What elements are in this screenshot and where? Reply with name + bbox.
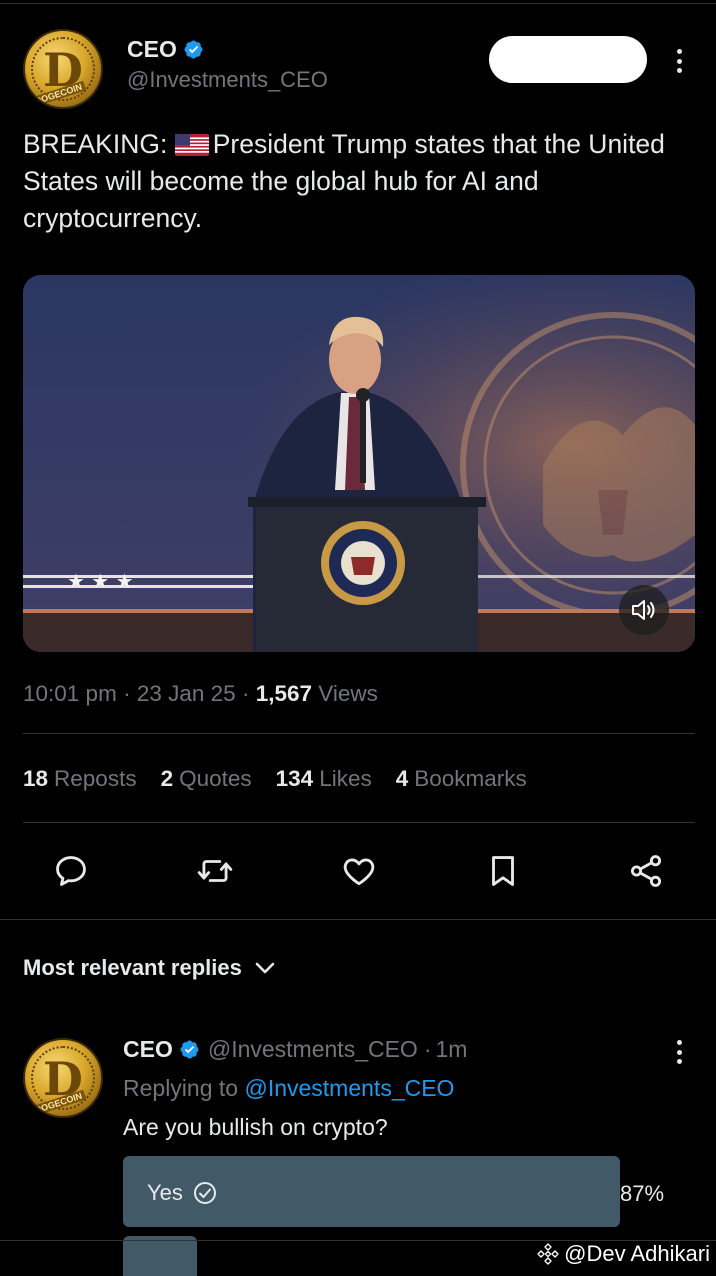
chevron-down-icon (255, 962, 275, 974)
reply-icon (56, 856, 86, 886)
post-meta: 10:01 pm · 23 Jan 25 · 1,567 Views (23, 681, 378, 706)
reply-author-name[interactable]: CEO (123, 1036, 173, 1063)
share-icon (630, 855, 662, 887)
repost-button[interactable] (195, 851, 235, 891)
mute-toggle-button[interactable] (619, 585, 669, 635)
watermark-text: @Dev Adhikari (564, 1241, 710, 1266)
top-divider (0, 3, 716, 4)
follow-button[interactable] (489, 36, 647, 83)
verified-badge-icon (180, 1040, 199, 1059)
more-options-icon[interactable] (674, 49, 684, 73)
like-button[interactable] (339, 851, 379, 891)
poll-option-text: Yes (147, 1180, 183, 1205)
post-date[interactable]: 23 Jan 25 (137, 681, 236, 706)
replies-sort-label: Most relevant replies (23, 955, 242, 980)
us-flag-icon (174, 134, 209, 156)
reply-time[interactable]: 1m (436, 1036, 468, 1063)
reply-more-options-icon[interactable] (674, 1040, 684, 1064)
replying-to-prefix: Replying to (123, 1075, 239, 1101)
replying-to-line: Replying to @Investments_CEO (123, 1075, 454, 1102)
engagement-stats: 18 Reposts 2 Quotes 134 Likes 4 Bookmarks (23, 766, 551, 792)
post-text-prefix: BREAKING: (23, 129, 168, 159)
views-count: 1,567 (255, 681, 312, 706)
bookmark-button[interactable] (483, 851, 523, 891)
watermark: @Dev Adhikari (532, 1241, 710, 1267)
video-frame: ★ ★ ★ (23, 275, 695, 652)
post-time[interactable]: 10:01 pm (23, 681, 117, 706)
reply-header: CEO @Investments_CEO · 1m (123, 1036, 467, 1063)
speaker-icon (632, 600, 655, 620)
poll-option-percent: 87% (620, 1181, 665, 1206)
verified-badge-icon (184, 40, 203, 59)
replies-sort-dropdown[interactable]: Most relevant replies (23, 955, 276, 981)
bookmark-icon (492, 856, 514, 886)
stat-bookmarks[interactable]: 4 Bookmarks (396, 766, 527, 792)
stat-likes[interactable]: 134 Likes (276, 766, 372, 792)
check-circle-icon (193, 1182, 216, 1204)
author-handle[interactable]: @Investments_CEO (127, 67, 328, 93)
author-name-row[interactable]: CEO (127, 36, 204, 63)
stat-quotes[interactable]: 2 Quotes (161, 766, 252, 792)
podium (248, 497, 486, 652)
like-icon (343, 858, 375, 886)
views-label: Views (318, 681, 378, 706)
repost-icon (197, 860, 233, 882)
share-button[interactable] (626, 851, 666, 891)
reply-author-handle[interactable]: @Investments_CEO (208, 1036, 418, 1063)
stat-reposts[interactable]: 18 Reposts (23, 766, 137, 792)
author-avatar[interactable]: D DOGECOIN (23, 29, 103, 109)
dot-separator: · (423, 1036, 432, 1062)
poll-option-label: Yes (147, 1180, 217, 1206)
divider (0, 919, 716, 920)
replying-to-link[interactable]: @Investments_CEO (244, 1075, 454, 1101)
reply-text: Are you bullish on crypto? (123, 1114, 388, 1140)
post-text: BREAKING: President Trump states that th… (23, 126, 693, 237)
reply-button[interactable] (51, 851, 91, 891)
poll-option-bar-next[interactable] (123, 1236, 197, 1276)
divider (23, 822, 695, 823)
post-video[interactable]: ★ ★ ★ (23, 275, 695, 652)
divider (23, 733, 695, 734)
reply-author-avatar[interactable]: D DOGECOIN (23, 1038, 103, 1118)
svg-text:★ ★ ★: ★ ★ ★ (67, 569, 134, 593)
binance-logo-icon (537, 1243, 559, 1265)
author-name[interactable]: CEO (127, 36, 177, 63)
